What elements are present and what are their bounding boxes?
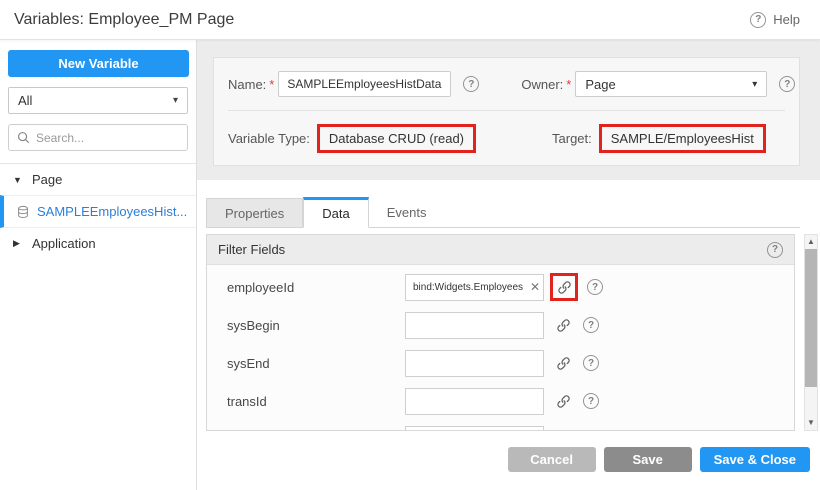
filter-field-input[interactable] (405, 274, 544, 301)
name-help-icon[interactable]: ? (463, 76, 479, 92)
sidebar-item-variable-selected[interactable]: SAMPLEEmployeesHist... (0, 195, 196, 228)
required-asterisk: * (566, 77, 571, 92)
tree-expanded-icon: ▼ (13, 175, 23, 185)
owner-help-icon[interactable]: ? (779, 76, 795, 92)
tab-data[interactable]: Data (303, 197, 368, 228)
variables-dialog: Variables: Employee_PM Page ? Help New V… (0, 0, 820, 490)
filter-fields-header: Filter Fields ? (207, 235, 794, 265)
chevron-down-icon: ▾ (752, 79, 757, 90)
variable-type-label: Variable Type: (228, 131, 310, 146)
variable-form-panel: Name: * ? Owner: * Page ▾ ? (213, 57, 800, 166)
filter-field-input[interactable] (405, 312, 544, 339)
scrollbar-thumb[interactable] (805, 249, 817, 387)
variable-detail-pane: Name: * ? Owner: * Page ▾ ? (197, 40, 820, 490)
tree-node-page[interactable]: ▼ Page (0, 164, 196, 195)
field-help-icon[interactable]: ? (583, 317, 599, 333)
target-value-highlighted: SAMPLE/EmployeesHist (599, 124, 766, 153)
filter-field-label: employeeId (227, 280, 405, 295)
filter-row-sysbegin: sysBegin ? (207, 306, 794, 344)
tree-node-application[interactable]: ▶ Application (0, 228, 196, 259)
vertical-scrollbar[interactable]: ▲ ▼ (804, 234, 818, 431)
search-icon (17, 131, 30, 144)
help-icon: ? (750, 12, 766, 28)
filter-row-employeeid: employeeId ✕ (207, 268, 794, 306)
database-variable-icon (16, 205, 30, 219)
field-help-icon[interactable]: ? (583, 355, 599, 371)
variable-type-value-highlighted: Database CRUD (read) (317, 124, 476, 153)
tree-node-application-label: Application (32, 236, 96, 251)
page-title: Variables: Employee_PM Page (14, 11, 234, 29)
scroll-down-icon[interactable]: ▼ (807, 416, 815, 430)
tree-collapsed-icon: ▶ (13, 238, 23, 249)
filter-field-label: sysEnd (227, 356, 405, 371)
save-button[interactable]: Save (604, 447, 692, 472)
variable-filter-value: All (18, 93, 32, 108)
filter-fields-help-icon[interactable]: ? (767, 242, 783, 258)
search-box (8, 124, 188, 151)
name-label: Name: (228, 77, 266, 92)
filter-fields-title: Filter Fields (218, 242, 285, 257)
tree-node-page-label: Page (32, 172, 62, 187)
field-help-icon[interactable]: ? (587, 279, 603, 295)
filter-field-label: sysBegin (227, 318, 405, 333)
bind-link-icon[interactable] (553, 276, 575, 298)
scroll-up-icon[interactable]: ▲ (807, 235, 815, 249)
chevron-down-icon: ▾ (173, 95, 178, 106)
clear-binding-icon[interactable]: ✕ (530, 281, 540, 293)
bind-button-annotation (550, 273, 578, 301)
help-button[interactable]: ? Help (750, 12, 800, 28)
new-variable-button[interactable]: New Variable (8, 50, 189, 77)
filter-fields-panel: Filter Fields ? employeeId ✕ (206, 234, 795, 431)
filter-field-input[interactable] (405, 426, 544, 431)
dialog-footer: Cancel Save Save & Close (197, 431, 820, 490)
filter-row-employeename: employeeName ? (207, 420, 794, 430)
filter-fields-rows: employeeId ✕ (207, 265, 794, 430)
tab-properties[interactable]: Properties (206, 198, 303, 227)
required-asterisk: * (269, 77, 274, 92)
owner-select[interactable]: Page ▾ (575, 71, 767, 97)
cancel-button[interactable]: Cancel (508, 447, 596, 472)
variable-name-input[interactable] (278, 71, 451, 97)
field-help-icon[interactable]: ? (583, 393, 599, 409)
variable-filter-select[interactable]: All ▾ (8, 87, 188, 114)
search-input[interactable] (36, 131, 179, 145)
form-divider (228, 110, 785, 111)
dialog-header: Variables: Employee_PM Page ? Help (0, 0, 820, 40)
variables-sidebar: New Variable All ▾ ▼ Page (0, 40, 197, 490)
help-label: Help (773, 12, 800, 27)
owner-label: Owner: (521, 77, 563, 92)
target-label: Target: (552, 131, 592, 146)
filter-field-label: transId (227, 394, 405, 409)
filter-field-input[interactable] (405, 388, 544, 415)
save-and-close-button[interactable]: Save & Close (700, 447, 810, 472)
filter-row-transid: transId ? (207, 382, 794, 420)
filter-row-sysend: sysEnd ? (207, 344, 794, 382)
bind-link-icon[interactable] (552, 314, 574, 336)
bind-link-icon[interactable] (552, 352, 574, 374)
bind-link-icon[interactable] (552, 428, 574, 430)
detail-tabs: Properties Data Events (206, 198, 800, 228)
owner-select-value: Page (585, 77, 615, 92)
bind-link-icon[interactable] (552, 390, 574, 412)
tab-events[interactable]: Events (369, 198, 445, 227)
variable-summary-section: Name: * ? Owner: * Page ▾ ? (197, 40, 820, 180)
selected-variable-label: SAMPLEEmployeesHist... (37, 204, 187, 219)
filter-field-input[interactable] (405, 350, 544, 377)
